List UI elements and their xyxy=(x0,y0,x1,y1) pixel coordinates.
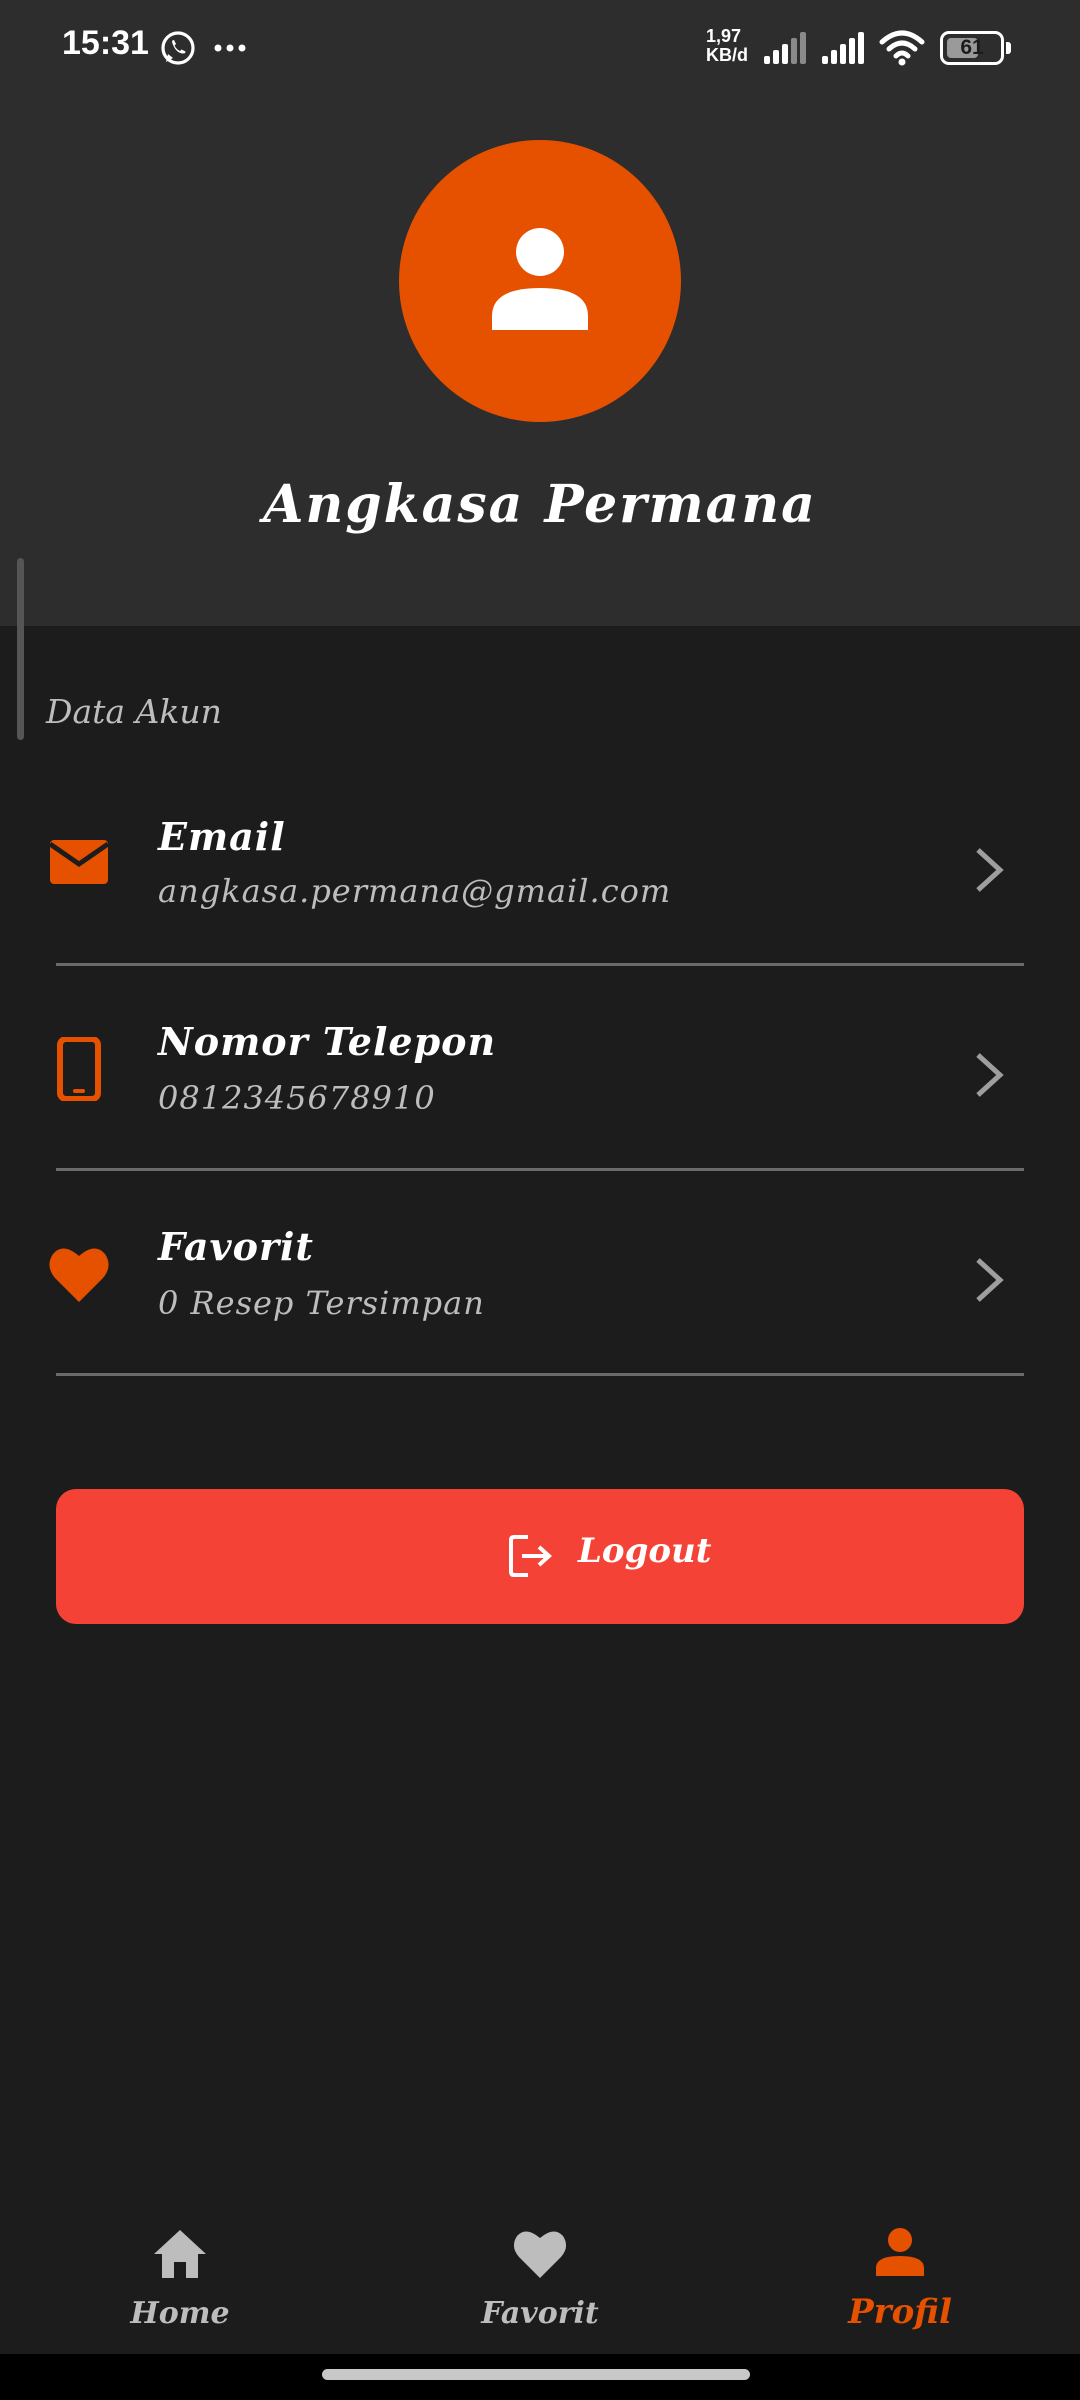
battery-tip xyxy=(1006,42,1011,54)
signal-icon xyxy=(822,32,864,64)
email-icon xyxy=(48,840,110,884)
heart-icon xyxy=(513,2231,567,2278)
logout-button[interactable]: Logout xyxy=(56,1489,1024,1624)
favorites-value: 0 Resep Tersimpan xyxy=(158,1284,485,1322)
chevron-right-icon xyxy=(976,1053,1004,1097)
gesture-bar-area xyxy=(0,2354,1080,2400)
phone-icon xyxy=(57,1037,101,1101)
email-value: angkasa.permana@gmail.com xyxy=(158,872,672,910)
logout-label: Logout xyxy=(578,1531,712,1571)
gesture-handle[interactable] xyxy=(322,2369,750,2380)
profile-name: Angkasa Permana xyxy=(263,474,817,535)
phone-row[interactable]: Nomor Telepon 0812345678910 xyxy=(0,965,1080,1171)
profile-screen: 15:31 1,97 KB/d 61 Angkasa Permana Data … xyxy=(0,0,1080,2400)
chevron-right-icon xyxy=(976,848,1004,892)
status-bar: 15:31 1,97 KB/d 61 xyxy=(0,0,1080,96)
status-time: 15:31 xyxy=(62,24,149,62)
person-icon xyxy=(876,2228,924,2276)
home-icon xyxy=(154,2230,206,2278)
chevron-right-icon xyxy=(976,1258,1004,1302)
whatsapp-icon xyxy=(161,31,195,65)
nav-home[interactable]: Home xyxy=(0,2186,360,2354)
profile-header: 15:31 1,97 KB/d 61 Angkasa Permana xyxy=(0,0,1080,626)
email-title: Email xyxy=(158,814,286,859)
logout-icon xyxy=(509,1535,552,1577)
person-icon xyxy=(492,228,588,330)
heart-icon xyxy=(49,1248,109,1302)
scroll-indicator xyxy=(17,558,24,740)
bottom-navigation: Home Favorit Profil xyxy=(0,2186,1080,2354)
nav-profile-label: Profil xyxy=(848,2292,952,2332)
battery-icon: 61 xyxy=(940,31,1011,65)
nav-favorites-label: Favorit xyxy=(481,2296,599,2331)
wifi-icon xyxy=(879,30,925,66)
battery-level: 61 xyxy=(960,36,984,59)
phone-value: 0812345678910 xyxy=(158,1079,436,1117)
divider xyxy=(56,1373,1024,1376)
phone-title: Nomor Telepon xyxy=(158,1019,497,1064)
nav-home-label: Home xyxy=(130,2296,230,2331)
email-row[interactable]: Email angkasa.permana@gmail.com xyxy=(0,760,1080,966)
nav-favorites[interactable]: Favorit xyxy=(360,2186,720,2354)
section-label: Data Akun xyxy=(46,692,222,731)
favorites-title: Favorit xyxy=(158,1224,314,1269)
more-icon xyxy=(214,44,246,52)
avatar[interactable] xyxy=(399,140,681,422)
favorites-row[interactable]: Favorit 0 Resep Tersimpan xyxy=(0,1170,1080,1376)
nav-profile[interactable]: Profil xyxy=(720,2186,1080,2354)
signal-icon xyxy=(764,32,806,64)
